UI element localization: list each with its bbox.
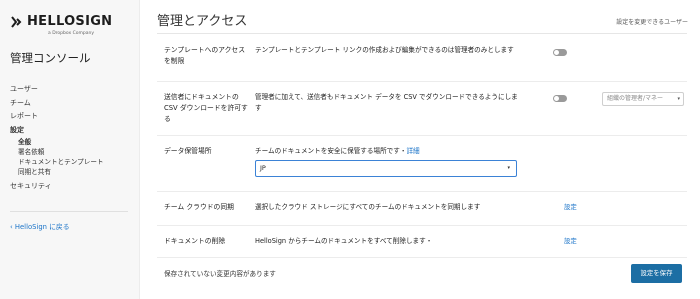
setting-label: 送信者にドキュメントの CSV ダウンロードを許可する	[164, 93, 248, 123]
chevron-down-icon: ▾	[677, 96, 680, 102]
csv-download-toggle[interactable]	[553, 95, 567, 102]
sidebar-subitem-sync-share[interactable]: 同期と共有	[10, 167, 104, 177]
setting-label: チーム クラウドの同期	[164, 203, 234, 211]
select-value: JP	[260, 164, 266, 172]
sidebar: HELLOSIGN a Dropbox Company 管理コンソール ユーザー…	[0, 0, 140, 299]
document-deletion-settings-link[interactable]: 設定	[564, 236, 577, 245]
sidebar-divider	[10, 211, 128, 212]
data-residency-select[interactable]: JP ▾	[255, 160, 517, 177]
cloud-sync-settings-link[interactable]: 設定	[564, 202, 577, 211]
csv-permission-select[interactable]: 組織の管理者/マネー ▾	[602, 92, 684, 106]
select-value: 組織の管理者/マネー	[607, 95, 664, 102]
sidebar-subitem-documents-templates[interactable]: ドキュメントとテンプレート	[10, 157, 104, 167]
setting-row-restrict-templates: テンプレートへのアクセスを制限 テンプレートとテンプレート リンクの作成および編…	[157, 34, 687, 82]
sidebar-subitem-general[interactable]: 全般	[10, 137, 104, 147]
sidebar-subitem-signature-requests[interactable]: 署名依頼	[10, 147, 104, 157]
unsaved-changes-notice: 保存されていない変更内容があります	[164, 270, 276, 278]
setting-row-cloud-sync: チーム クラウドの同期 選択したクラウド ストレージにすべてのチームのドキュメン…	[157, 192, 687, 226]
main-content: 管理とアクセス 設定を変更できるユーザー テンプレートへのアクセスを制限 テンプ…	[140, 0, 700, 299]
sidebar-item-team[interactable]: チーム	[10, 97, 104, 111]
setting-label: テンプレートへのアクセスを制限	[164, 46, 246, 65]
page-title: 管理とアクセス	[157, 14, 248, 29]
setting-label: データ保管場所	[164, 147, 212, 155]
setting-label: ドキュメントの削除	[164, 237, 226, 245]
hellosign-logo[interactable]: HELLOSIGN	[10, 14, 112, 29]
console-title: 管理コンソール	[10, 51, 91, 65]
hellosign-logo-icon	[10, 15, 24, 29]
setting-row-csv-download: 送信者にドキュメントの CSV ダウンロードを許可する 管理者に加えて、送信者も…	[157, 82, 687, 136]
back-to-hellosign-link[interactable]: ‹ HelloSign に戻る	[10, 221, 70, 231]
back-link-label: HelloSign に戻る	[14, 223, 70, 231]
sidebar-item-reports[interactable]: レポート	[10, 110, 104, 124]
setting-description: 管理者に加えて、送信者もドキュメント データを CSV でダウンロードできるよう…	[255, 93, 518, 112]
details-link[interactable]: 詳細	[406, 147, 419, 155]
setting-row-data-residency: データ保管場所 チームのドキュメントを安全に保管する場所です・詳細 JP ▾	[157, 136, 687, 192]
setting-description: HelloSign からチームのドキュメントをすべて削除します・	[255, 237, 433, 245]
sidebar-nav: ユーザー チーム レポート 設定 全般 署名依頼 ドキュメントとテンプレート 同…	[10, 83, 104, 194]
restrict-templates-toggle[interactable]	[553, 49, 567, 56]
setting-row-document-deletion: ドキュメントの削除 HelloSign からチームのドキュメントをすべて削除しま…	[157, 226, 687, 258]
save-settings-button[interactable]: 設定を保存	[631, 264, 682, 283]
sidebar-item-users[interactable]: ユーザー	[10, 83, 104, 97]
brand-name: HELLOSIGN	[27, 14, 113, 29]
who-can-change-settings: 設定を変更できるユーザー	[616, 19, 688, 26]
sidebar-item-security[interactable]: セキュリティ	[10, 180, 104, 194]
chevron-down-icon: ▾	[507, 165, 510, 171]
data-residency-description: チームのドキュメントを安全に保管する場所です・	[255, 147, 407, 155]
setting-description: テンプレートとテンプレート リンクの作成および編集ができるのは管理者のみとします	[255, 46, 514, 54]
setting-description: チームのドキュメントを安全に保管する場所です・詳細	[255, 146, 520, 157]
setting-description: 選択したクラウド ストレージにすべてのチームのドキュメントを同期します	[255, 203, 481, 211]
sidebar-item-settings[interactable]: 設定	[10, 124, 104, 138]
brand-subtitle: a Dropbox Company	[48, 31, 94, 36]
